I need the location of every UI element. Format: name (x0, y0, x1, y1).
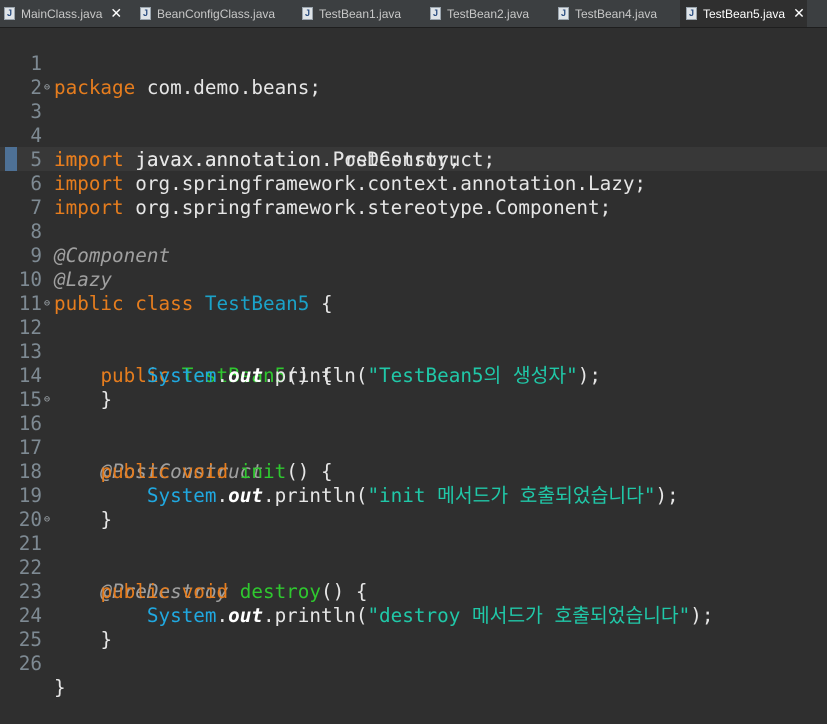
code-line: 4 import javax.annotation.PreDestroy; (0, 100, 827, 171)
close-icon[interactable]: ✕ (110, 6, 122, 22)
java-file-icon: J (4, 7, 15, 20)
code-line: 1 package com.demo.beans; (0, 28, 827, 99)
fold-toggle-icon[interactable]: ⊖ (42, 508, 52, 532)
close-icon[interactable]: ✕ (793, 6, 805, 22)
tab-beanconfigclass[interactable]: J BeanConfigClass.java (140, 0, 290, 27)
code-line: 10 public class TestBean5 { (0, 244, 827, 315)
tab-testbean2[interactable]: J TestBean2.java (430, 0, 550, 27)
tab-mainclass[interactable]: J MainClass.java ✕ (4, 0, 132, 27)
tab-label: BeanConfigClass.java (157, 6, 276, 21)
code-line: 25 (0, 604, 827, 651)
code-text: } (54, 676, 66, 699)
code-line: 3 ⊖ import javax.annotation.PostConstruc… (0, 76, 827, 171)
code-line: 9 @Lazy (0, 220, 827, 291)
java-file-icon: J (302, 7, 313, 20)
code-line: 23 System.out.println("destroy 메서드가 호출되었… (0, 556, 827, 627)
code-line: 5 import org.springframework.context.ann… (0, 124, 827, 195)
editor-tab-bar: J MainClass.java ✕ J BeanConfigClass.jav… (0, 0, 827, 28)
code-line: 8 @Component (0, 196, 827, 267)
tab-label: TestBean4.java (575, 6, 658, 21)
code-line: 21 ⊖ @PreDestroy (0, 508, 827, 603)
fold-toggle-icon[interactable]: ⊖ (42, 388, 52, 412)
tab-testbean1[interactable]: J TestBean1.java (302, 0, 422, 27)
java-file-icon: J (430, 7, 441, 20)
tab-testbean4[interactable]: J TestBean4.java (558, 0, 678, 27)
fold-toggle-icon[interactable]: ⊖ (42, 76, 52, 100)
code-line: 19 } (0, 460, 827, 531)
java-file-icon: J (140, 7, 151, 20)
java-file-icon: J (558, 7, 569, 20)
code-line: 14 } (0, 340, 827, 411)
java-file-icon: J (686, 7, 697, 20)
code-line: 12 ⊖ public TestBean5() { (0, 292, 827, 387)
code-editor[interactable]: 1 package com.demo.beans; 2 3 ⊖ import j… (0, 28, 827, 699)
code-line: 16 ⊖ @PostConstruct (0, 388, 827, 483)
tab-label: TestBean5.java (703, 6, 786, 21)
code-line: 24 } (0, 580, 827, 651)
code-line: 20 (0, 484, 827, 531)
code-line: 13 System.out.println("TestBean5의 생성자"); (0, 316, 827, 387)
tab-testbean5[interactable]: J TestBean5.java ✕ (680, 0, 807, 27)
code-line: 7 (0, 172, 827, 219)
tab-label: TestBean1.java (319, 6, 402, 21)
code-line: 11 (0, 268, 827, 315)
code-line: 17 public void init() { (0, 412, 827, 483)
code-line: 6 import org.springframework.stereotype.… (0, 148, 827, 219)
code-line: 26 } (0, 628, 827, 699)
tab-label: TestBean2.java (447, 6, 530, 21)
fold-toggle-icon[interactable]: ⊖ (42, 292, 52, 316)
code-line: 22 public void destroy() { (0, 532, 827, 603)
code-line: 18 System.out.println("init 메서드가 호출되었습니다… (0, 436, 827, 507)
tab-label: MainClass.java (21, 6, 103, 21)
code-line: 2 (0, 52, 827, 99)
code-line: 15 (0, 364, 827, 411)
